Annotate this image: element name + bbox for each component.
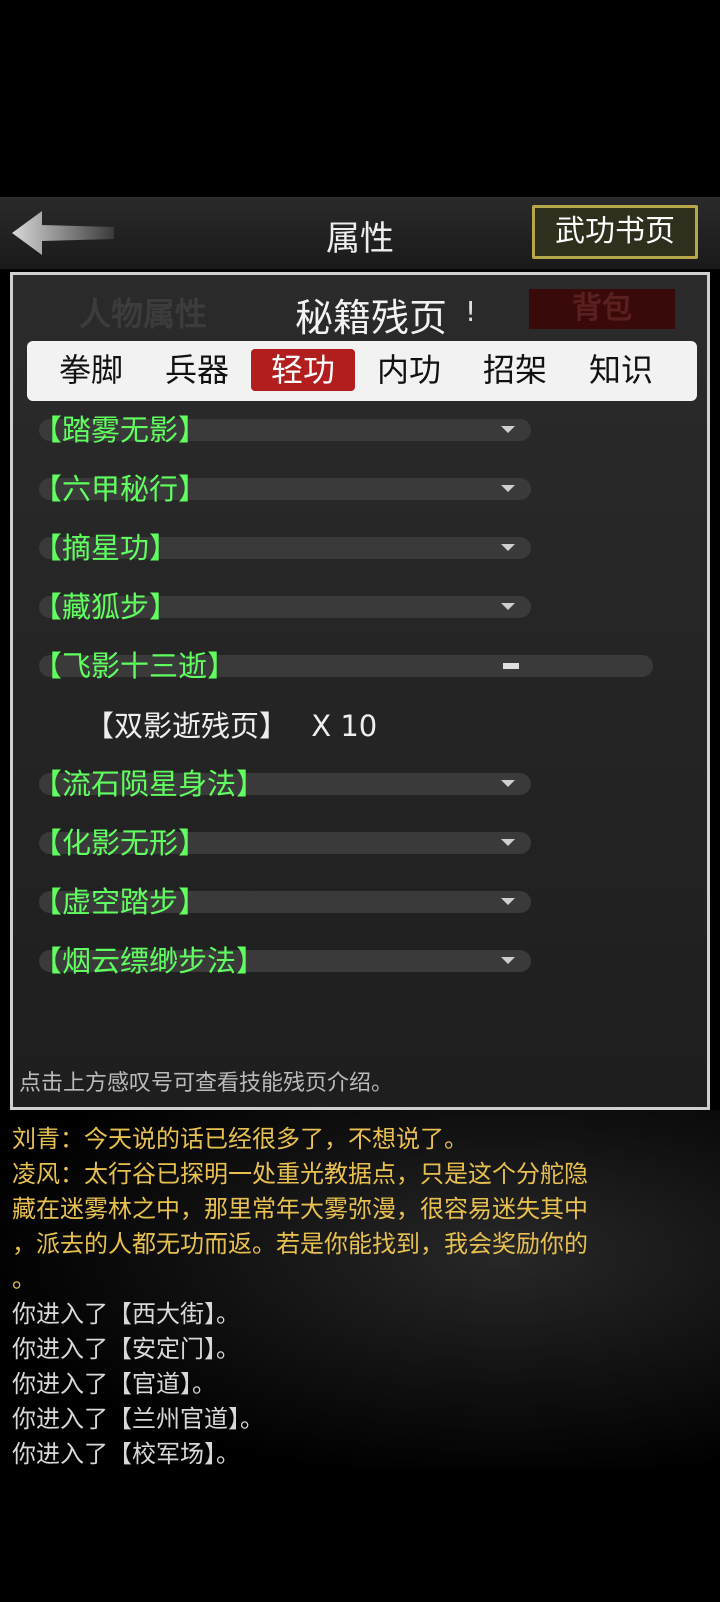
skill-name: 【流石陨星身法】 — [33, 767, 266, 801]
log-line: 藏在迷雾林之中，那里常年大雾弥漫，很容易迷失其中 — [12, 1195, 588, 1223]
tab-knowledge[interactable]: 知识 — [569, 349, 673, 391]
skill-name: 【化影无形】 — [33, 826, 208, 860]
log-line: 你进入了【官道】。 — [12, 1370, 216, 1398]
expanded-fragment-item: 【双影逝残页】 X 10 — [85, 703, 377, 745]
skill-name: 【踏雾无影】 — [33, 413, 208, 447]
skill-name: 【烟云缥缈步法】 — [33, 944, 266, 978]
chevron-down-icon — [501, 544, 515, 551]
main-panel: 人物属性 秘籍残页 ! 背包 拳脚 兵器 轻功 内功 招架 知识 【踏雾无影】 … — [10, 272, 710, 1110]
chevron-down-icon — [501, 957, 515, 964]
log-line: 凌风：太行谷已探明一处重光教据点，只是这个分舵隐 — [12, 1160, 588, 1188]
tab-secret-pages[interactable]: 秘籍残页 — [295, 287, 447, 342]
message-log: 刘青：今天说的话已经很多了，不想说了。凌风：太行谷已探明一处重光教据点，只是这个… — [12, 1122, 712, 1472]
tab-parry[interactable]: 招架 — [463, 349, 567, 391]
info-exclamation-button[interactable]: ! — [465, 295, 476, 328]
skill-name: 【藏狐步】 — [33, 590, 179, 624]
collapse-dash-icon — [503, 663, 519, 669]
log-line: 你进入了【安定门】。 — [12, 1335, 240, 1363]
tab-weapons[interactable]: 兵器 — [145, 349, 249, 391]
tab-neigong[interactable]: 内功 — [357, 349, 461, 391]
fragment-name: 【双影逝残页】 — [85, 709, 289, 743]
category-tabs: 拳脚 兵器 轻功 内功 招架 知识 — [27, 341, 697, 401]
tab-backpack[interactable]: 背包 — [529, 289, 675, 329]
martial-pages-button[interactable]: 武功书页 — [532, 205, 698, 259]
chevron-down-icon — [501, 485, 515, 492]
log-line: 。 — [12, 1265, 36, 1293]
skill-name: 【六甲秘行】 — [33, 472, 208, 506]
tab-fist-kick[interactable]: 拳脚 — [39, 349, 143, 391]
skill-name: 【飞影十三逝】 — [33, 649, 237, 683]
skill-name: 【虚空踏步】 — [33, 885, 208, 919]
chevron-down-icon — [501, 898, 515, 905]
log-line: 你进入了【兰州官道】。 — [12, 1405, 264, 1433]
chevron-down-icon — [501, 603, 515, 610]
chevron-down-icon — [501, 780, 515, 787]
panel-tabs-row: 人物属性 秘籍残页 ! 背包 — [27, 281, 693, 340]
log-line: 你进入了【西大街】。 — [12, 1300, 240, 1328]
log-line: 你进入了【校军场】。 — [12, 1440, 240, 1468]
chevron-down-icon — [501, 426, 515, 433]
tab-character-attributes[interactable]: 人物属性 — [79, 289, 207, 335]
hint-text: 点击上方感叹号可查看技能残页介绍。 — [19, 1071, 394, 1096]
skill-name: 【摘星功】 — [33, 531, 179, 565]
chevron-down-icon — [501, 839, 515, 846]
top-bar: 属性 武功书页 — [0, 197, 720, 269]
fragment-count: X 10 — [311, 709, 378, 743]
log-line: 刘青：今天说的话已经很多了，不想说了。 — [12, 1125, 468, 1153]
tab-qinggong[interactable]: 轻功 — [251, 349, 355, 391]
log-line: ，派去的人都无功而返。若是你能找到，我会奖励你的 — [12, 1230, 588, 1258]
